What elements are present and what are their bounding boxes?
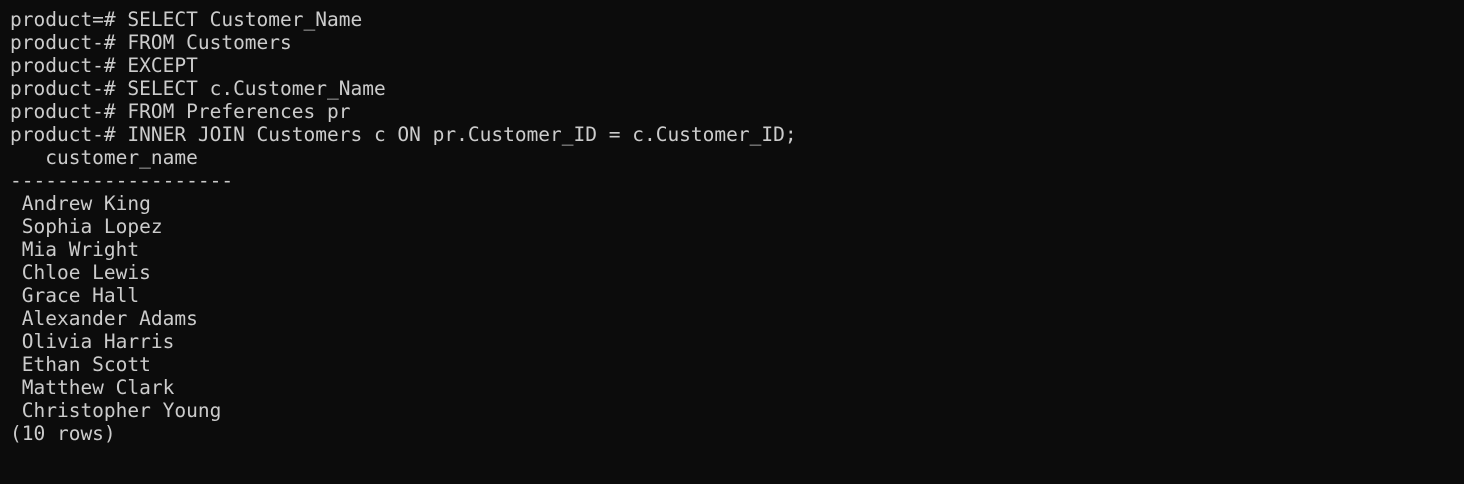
result-column-header: customer_name xyxy=(10,146,198,169)
result-row: Ethan Scott xyxy=(10,353,151,376)
query-line: product-# FROM Preferences pr xyxy=(10,100,1464,123)
query-line: product=# SELECT Customer_Name xyxy=(10,8,1464,31)
prompt: product-# xyxy=(10,100,128,123)
result-row: Grace Hall xyxy=(10,284,140,307)
prompt: product-# xyxy=(10,31,128,54)
sql-text: INNER JOIN Customers c ON pr.Customer_ID… xyxy=(127,123,797,146)
result-row: Christopher Young xyxy=(10,399,222,422)
result-row: Matthew Clark xyxy=(10,376,175,399)
sql-text: SELECT Customer_Name xyxy=(127,8,363,31)
result-row: Sophia Lopez xyxy=(10,215,163,238)
prompt: product-# xyxy=(10,54,128,77)
result-row: Olivia Harris xyxy=(10,330,175,353)
query-line: product-# SELECT c.Customer_Name xyxy=(10,77,1464,100)
result-row: Mia Wright xyxy=(10,238,140,261)
result-row: Alexander Adams xyxy=(10,307,198,330)
terminal-window[interactable]: product=# SELECT Customer_Name product-#… xyxy=(0,0,1464,484)
sql-text: SELECT c.Customer_Name xyxy=(127,77,386,100)
query-line: product-# EXCEPT xyxy=(10,54,1464,77)
sql-text: FROM Customers xyxy=(127,31,292,54)
prompt: product-# xyxy=(10,123,128,146)
sql-text: EXCEPT xyxy=(127,54,198,77)
result-row: Andrew King xyxy=(10,192,151,215)
result-row: Chloe Lewis xyxy=(10,261,151,284)
result-separator: ------------------- xyxy=(10,169,234,192)
query-line: product-# FROM Customers xyxy=(10,31,1464,54)
prompt: product=# xyxy=(10,8,128,31)
prompt: product-# xyxy=(10,77,128,100)
query-line: product-# INNER JOIN Customers c ON pr.C… xyxy=(10,123,1464,146)
row-count-footer: (10 rows) xyxy=(10,422,116,445)
sql-text: FROM Preferences pr xyxy=(127,100,351,123)
